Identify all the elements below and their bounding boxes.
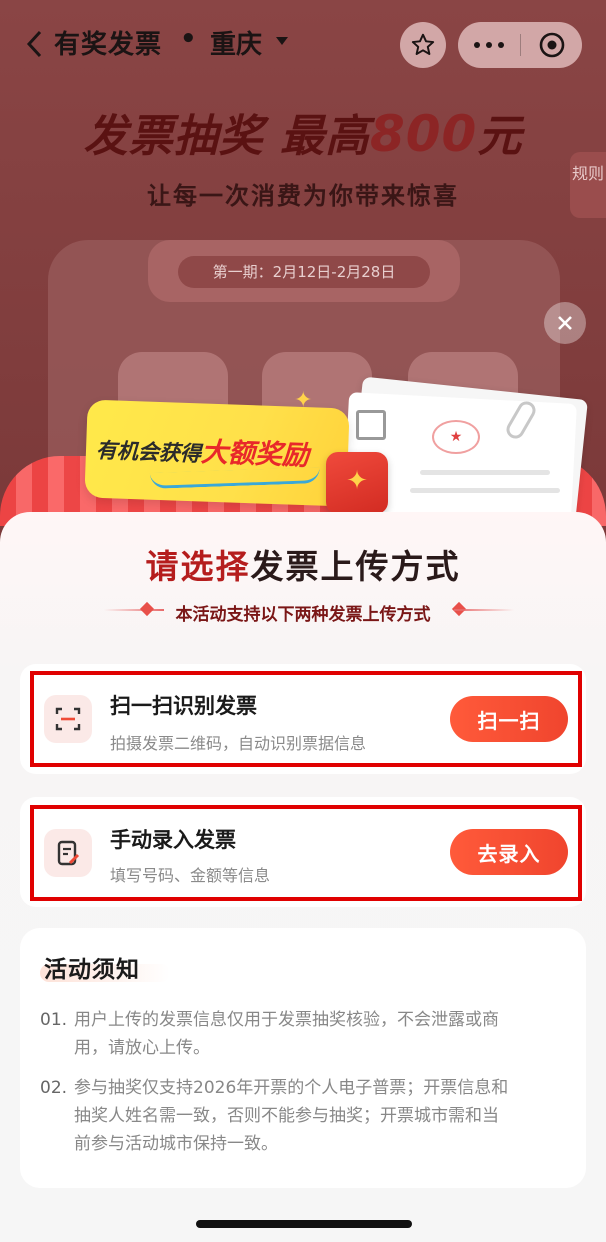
notice-item-line: 抽奖人姓名需一致，否则不能参与抽奖；开票城市需和当 xyxy=(74,1106,499,1126)
notice-item-line: 用户上传的发票信息仅用于发票抽奖核验，不会泄露或商 xyxy=(74,1010,499,1030)
miniprogram-capsule xyxy=(458,22,582,68)
home-indicator[interactable] xyxy=(196,1220,412,1228)
envelope-star-icon: ✦ xyxy=(346,466,368,496)
back-arrow-icon[interactable] xyxy=(18,24,58,64)
invoice-line xyxy=(410,488,560,493)
sheet-title-highlight: 请选择 xyxy=(145,547,251,586)
star-icon xyxy=(411,33,435,55)
scan-option-title: 扫一扫识别发票 xyxy=(110,694,257,718)
stamp-icon: ★ xyxy=(432,420,480,454)
notice-item-text: 用户上传的发票信息仅用于发票抽奖核验，不会泄露或商 用，请放心上传。 xyxy=(74,1006,570,1062)
invoice-line xyxy=(420,470,550,475)
caret-down-icon[interactable] xyxy=(276,37,288,45)
notice-item-number: 01. xyxy=(40,1010,68,1030)
more-options-icon[interactable] xyxy=(458,22,520,68)
close-icon xyxy=(558,316,572,330)
scan-icon xyxy=(44,695,92,743)
promo-highlight: 大额奖励 xyxy=(200,436,310,472)
headline-suffix: 元 xyxy=(477,111,523,162)
title-separator: • xyxy=(180,24,197,54)
manual-entry-button[interactable]: 去录入 xyxy=(450,829,568,875)
scan-button[interactable]: 扫一扫 xyxy=(450,696,568,742)
sheet-subtitle: 本活动支持以下两种发票上传方式 xyxy=(175,605,431,625)
notice-item-line: 参与抽奖仅支持2026年开票的个人电子普票；开票信息和 xyxy=(74,1078,509,1098)
manual-option-title: 手动录入发票 xyxy=(110,828,236,852)
edit-document-icon xyxy=(44,829,92,877)
hero-subtitle: 让每一次消费为你带来惊喜 xyxy=(147,182,459,210)
rules-tab[interactable]: 规则 xyxy=(570,152,606,218)
notice-item-text: 参与抽奖仅支持2026年开票的个人电子普票；开票信息和 抽奖人姓名需一致，否则不… xyxy=(74,1074,570,1158)
close-popup-button[interactable] xyxy=(544,302,586,344)
qr-code-icon xyxy=(356,410,386,440)
promo-text: 有机会获得大额奖励 xyxy=(95,426,309,472)
notice-item-line: 用，请放心上传。 xyxy=(74,1038,210,1058)
promo-prefix: 有机会获得 xyxy=(95,438,202,466)
page-title: 有奖发票 xyxy=(54,30,163,60)
sheet-title-rest: 发票上传方式 xyxy=(250,547,461,586)
headline-amount: 800 xyxy=(369,105,478,163)
city-selector[interactable]: 重庆 xyxy=(210,24,262,61)
scan-option-desc: 拍摄发票二维码，自动识别票据信息 xyxy=(110,734,367,753)
favorite-button[interactable] xyxy=(400,22,446,68)
hero-headline: 发票抽奖 最高800元 xyxy=(0,100,606,164)
close-miniprogram-icon[interactable] xyxy=(521,22,582,68)
notice-item-number: 02. xyxy=(40,1078,68,1098)
notice-item-line: 前参与活动城市保持一致。 xyxy=(74,1134,278,1154)
top-bar: 有奖发票 • 重庆 xyxy=(0,0,606,92)
headline-prefix: 发票抽奖 最高 xyxy=(83,111,370,162)
sparkle-icon: ✦ xyxy=(294,388,313,413)
manual-option-desc: 填写号码、金额等信息 xyxy=(110,866,271,885)
notice-title: 活动须知 xyxy=(44,957,140,983)
period-label: 第一期：2月12日-2月28日 xyxy=(178,256,430,288)
sheet-title: 请选择发票上传方式 xyxy=(0,540,606,588)
